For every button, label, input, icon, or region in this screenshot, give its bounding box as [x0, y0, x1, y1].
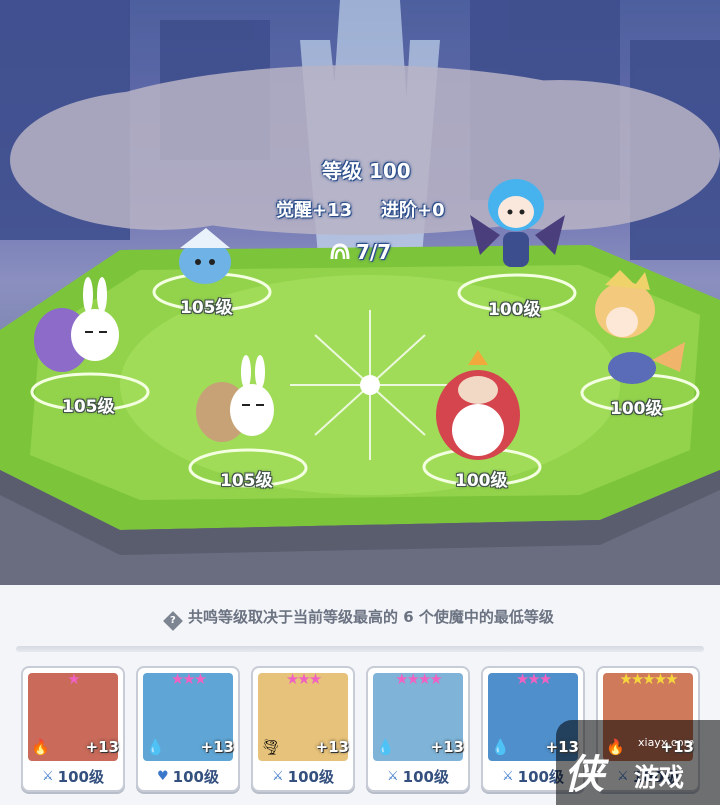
level-readout: 等级 100 — [322, 159, 411, 183]
class-icon: ⚔ — [502, 768, 514, 784]
character-level: 105级 — [220, 471, 273, 491]
card-level: 100级 — [57, 767, 104, 786]
card-footer: ♥ 100级 — [143, 765, 233, 787]
star-rating: ★★★★★ — [619, 670, 678, 688]
card-footer: ⚔100级 — [28, 765, 118, 787]
battle-scene: 等级 100 觉醒+13 进阶+0 7/7 105级 105级 105级 100… — [0, 0, 720, 585]
scene-character-brown-snail-bunny[interactable]: 105级 — [220, 466, 273, 491]
advance-readout: 进阶+0 — [381, 200, 445, 221]
wind-icon: 🌪 — [261, 738, 281, 756]
fire-icon: 🔥 — [31, 738, 50, 756]
water-icon: 💧 — [146, 738, 165, 756]
awaken-bonus: +13 — [430, 738, 464, 756]
class-icon: ♥ — [157, 768, 169, 784]
class-icon: ⚔ — [387, 768, 399, 784]
character-level: 105级 — [62, 397, 115, 417]
star-rating: ★★★ — [170, 670, 207, 688]
character-level: 100级 — [610, 399, 663, 419]
scene-character-blue-bat-girl[interactable]: 100级 — [488, 295, 541, 320]
resonance-readout: 7/7 — [330, 240, 391, 264]
familiar-card[interactable]: ★★★ 🌪 +13 ⚔ 100级 — [251, 666, 355, 792]
awaken-bonus: +13 — [545, 738, 579, 756]
card-level: 100级 — [287, 767, 334, 786]
awaken-bonus: +13 — [315, 738, 349, 756]
scene-character-mermaid[interactable]: 100级 — [610, 394, 663, 419]
scene-background — [0, 0, 720, 585]
awaken-bonus: +13 — [85, 738, 119, 756]
card-footer: ⚔100级 — [373, 765, 463, 787]
awaken-bonus: +13 — [200, 738, 234, 756]
card-footer: ⚔100级 — [258, 765, 348, 787]
awaken-readout: 觉醒+13 — [276, 200, 353, 221]
scene-character-crab[interactable]: 105级 — [180, 293, 233, 318]
resonance-icon — [330, 243, 350, 260]
awaken-bonus: +13 — [660, 738, 694, 756]
star-rating: ★★★ — [285, 670, 322, 688]
familiar-card[interactable]: ★★★★ 💧 +13 ⚔ 100级 — [366, 666, 470, 792]
class-icon: ⚔ — [272, 768, 284, 784]
character-level: 100级 — [455, 471, 508, 491]
info-icon: ? — [163, 611, 183, 631]
star-rating: ★★★★ — [395, 670, 443, 688]
info-text: 共鸣等级取决于当前等级最高的 6 个使魔中的最低等级 — [188, 608, 554, 626]
water-icon: 💧 — [376, 738, 395, 756]
card-level: 100级 — [402, 767, 449, 786]
scene-character-purple-snail-bunny[interactable]: 105级 — [62, 392, 115, 417]
character-level: 100级 — [488, 300, 541, 320]
crab-character — [179, 228, 231, 284]
character-level: 105级 — [180, 298, 233, 318]
water-icon: 💧 — [491, 738, 510, 756]
familiar-card[interactable]: ★★★ 💧 +13 ♥ 100级 — [136, 666, 240, 792]
info-line: ? 共鸣等级取决于当前等级最高的 6 个使魔中的最低等级 — [0, 606, 720, 631]
star-rating: ★★★ — [515, 670, 552, 688]
card-level: 100级 — [172, 767, 219, 786]
scene-character-red-bear[interactable]: 100级 — [455, 466, 508, 491]
familiar-card[interactable]: ★ 🔥 +13 ⚔ 100级 — [21, 666, 125, 792]
watermark-brand: 游戏 — [634, 763, 685, 792]
star-rating: ★ — [67, 670, 80, 688]
divider — [16, 646, 704, 652]
fire-icon: 🔥 — [606, 738, 625, 756]
class-icon: ⚔ — [42, 768, 54, 784]
watermark: 侠 xiayx.com 游戏 — [556, 720, 720, 805]
resonance-count: 7/7 — [356, 240, 392, 264]
